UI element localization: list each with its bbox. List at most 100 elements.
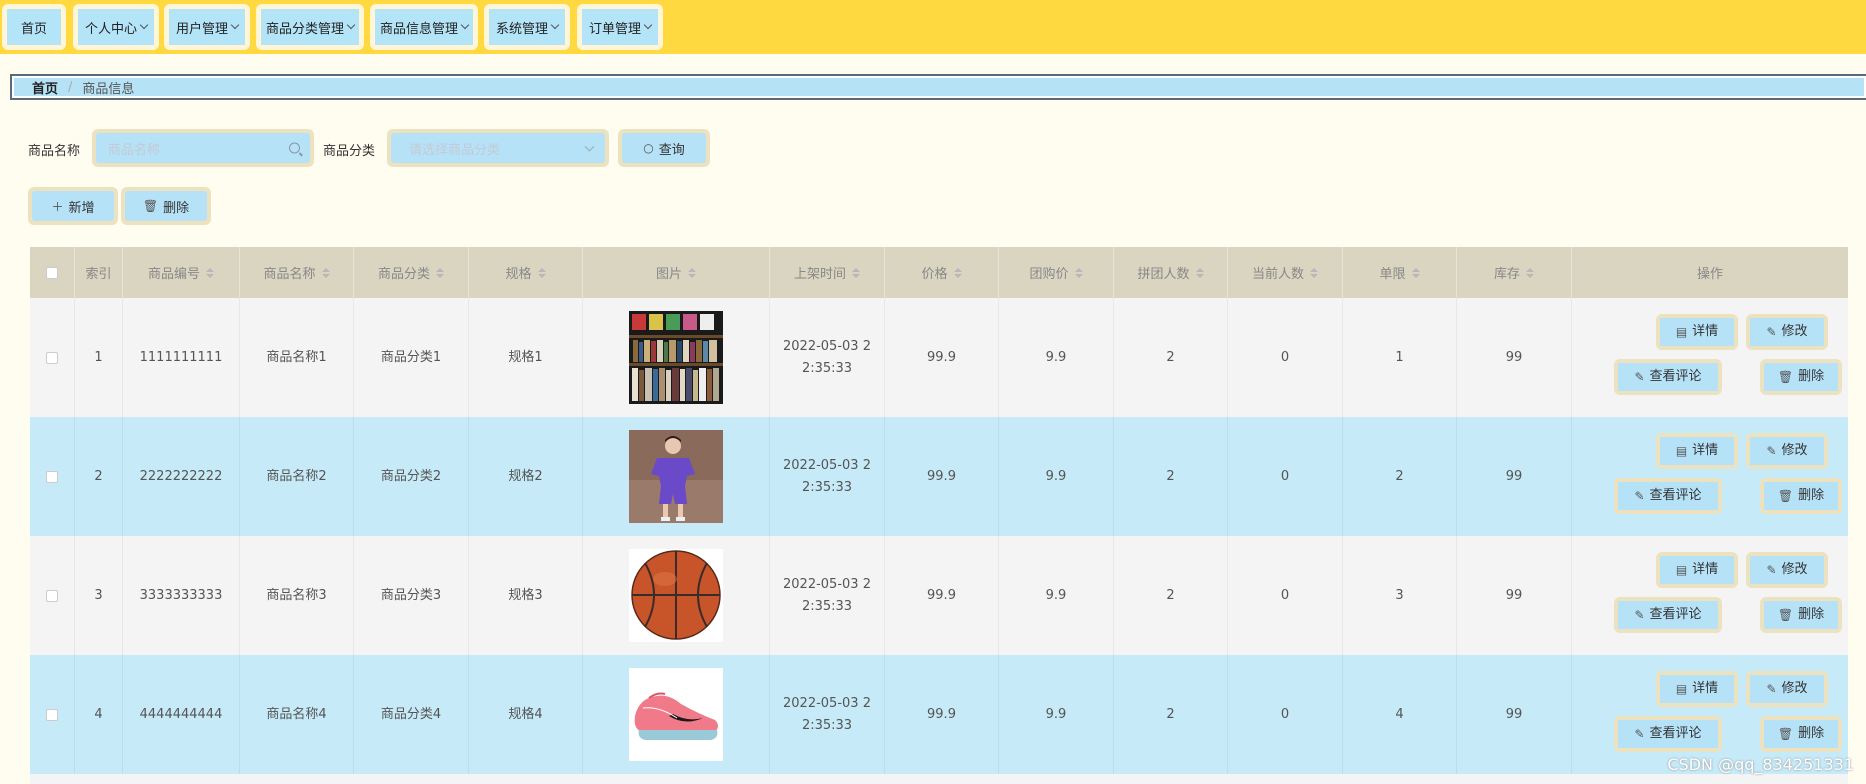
delete-button-label: 删除 — [163, 200, 190, 216]
sort-icon[interactable] — [852, 267, 860, 278]
header-limit[interactable]: 单限 — [1343, 247, 1457, 298]
cell-spec: 规格1 — [469, 298, 583, 417]
row-delete-button[interactable]: 🗑 删除 — [1760, 716, 1842, 752]
add-button[interactable]: ＋ 新增 — [28, 187, 118, 225]
purple-outfit-image — [629, 430, 723, 523]
header-label: 规格 — [505, 267, 532, 282]
sort-icon[interactable] — [537, 267, 546, 278]
row-select[interactable] — [30, 298, 75, 417]
cell-name: 商品名称1 — [240, 298, 354, 417]
bookshelf-image — [629, 311, 723, 404]
row-checkbox[interactable] — [46, 589, 58, 602]
row-select[interactable] — [30, 417, 75, 536]
header-image[interactable]: 图片 — [583, 247, 770, 298]
product-category-select[interactable]: 请选择商品分类 — [387, 129, 609, 167]
row-checkbox[interactable] — [46, 708, 58, 721]
header-spec[interactable]: 规格 — [469, 247, 583, 298]
edit-icon: ✎ — [1634, 727, 1645, 741]
sort-icon[interactable] — [688, 267, 696, 278]
sort-icon[interactable] — [206, 267, 214, 278]
sort-icon[interactable] — [321, 267, 330, 278]
select-all-checkbox[interactable] — [46, 266, 58, 279]
detail-button[interactable]: ▤ 详情 — [1656, 433, 1738, 469]
view-comments-button[interactable]: ✎ 查看评论 — [1614, 359, 1722, 395]
sort-icon[interactable] — [1195, 267, 1204, 278]
sort-icon[interactable] — [1074, 267, 1083, 278]
header-label: 单限 — [1379, 267, 1406, 282]
header-label: 图片 — [655, 267, 682, 282]
header-time[interactable]: 上架时间 — [770, 247, 885, 298]
nav-category-management[interactable]: 商品分类管理 — [256, 4, 364, 50]
row-delete-button[interactable]: 🗑 删除 — [1760, 597, 1842, 633]
table-row: 4 4444444444 商品名称4 商品分类4 规格4 2022-05-03 … — [30, 655, 1848, 774]
query-button[interactable]: ○ 查询 — [618, 129, 710, 167]
nav-label: 个人中心 — [84, 21, 137, 37]
edit-button[interactable]: ✎ 修改 — [1746, 671, 1828, 707]
header-code[interactable]: 商品编号 — [123, 247, 240, 298]
header-price[interactable]: 价格 — [885, 247, 999, 298]
header-select-all[interactable] — [30, 247, 75, 298]
cell-index: 4 — [75, 655, 123, 774]
sort-icon[interactable] — [436, 267, 444, 278]
row-delete-label: 删除 — [1798, 607, 1825, 622]
edit-label: 修改 — [1781, 562, 1808, 577]
row-checkbox[interactable] — [46, 470, 58, 483]
nav-label: 商品信息管理 — [379, 21, 458, 37]
view-comments-button[interactable]: ✎ 查看评论 — [1614, 716, 1722, 752]
cell-price: 99.9 — [885, 298, 999, 417]
product-name-input[interactable]: 商品名称 — [92, 129, 314, 167]
row-delete-button[interactable]: 🗑 删除 — [1760, 359, 1842, 395]
search-icon — [289, 142, 300, 154]
header-stock[interactable]: 库存 — [1457, 247, 1572, 298]
cell-limit: 2 — [1343, 417, 1457, 536]
view-comments-button[interactable]: ✎ 查看评论 — [1614, 597, 1722, 633]
row-select[interactable] — [30, 536, 75, 655]
cell-index: 1 — [75, 298, 123, 417]
header-current[interactable]: 当前人数 — [1228, 247, 1343, 298]
bulk-delete-button[interactable]: 🗑 删除 — [121, 187, 211, 225]
row-delete-button[interactable]: 🗑 删除 — [1760, 478, 1842, 514]
header-category[interactable]: 商品分类 — [354, 247, 469, 298]
edit-icon: ✎ — [1634, 489, 1645, 503]
header-group-size[interactable]: 拼团人数 — [1114, 247, 1228, 298]
edit-button[interactable]: ✎ 修改 — [1746, 314, 1828, 350]
header-group-price[interactable]: 团购价 — [999, 247, 1114, 298]
breadcrumb-home[interactable]: 首页 — [32, 78, 58, 97]
view-comments-button[interactable]: ✎ 查看评论 — [1614, 478, 1722, 514]
cell-time: 2022-05-03 22:35:33 — [770, 298, 885, 417]
chevron-down-icon — [584, 141, 595, 152]
header-actions: 操作 — [1572, 247, 1848, 298]
edit-button[interactable]: ✎ 修改 — [1746, 552, 1828, 588]
cell-stock: 99 — [1457, 298, 1572, 417]
nav-user-management[interactable]: 用户管理 — [164, 4, 250, 50]
table-row: 1 1111111111 商品名称1 商品分类1 规格1 2022-05-03 … — [30, 298, 1848, 417]
cell-spec: 规格2 — [469, 417, 583, 536]
header-label: 团购价 — [1029, 267, 1069, 282]
cell-group-price: 9.9 — [999, 536, 1114, 655]
header-index: 索引 — [75, 247, 123, 298]
header-label: 商品编号 — [147, 267, 200, 282]
row-select[interactable] — [30, 655, 75, 774]
row-checkbox[interactable] — [46, 351, 58, 364]
nav-home[interactable]: 首页 — [2, 4, 66, 50]
cell-spec: 规格4 — [469, 655, 583, 774]
sort-icon[interactable] — [953, 267, 962, 278]
edit-button[interactable]: ✎ 修改 — [1746, 433, 1828, 469]
nav-system-management[interactable]: 系统管理 — [484, 4, 570, 50]
trash-icon: 🗑 — [1777, 727, 1794, 741]
detail-label: 详情 — [1692, 443, 1719, 458]
cell-group-size: 2 — [1114, 655, 1228, 774]
sort-icon[interactable] — [1526, 267, 1534, 278]
nav-product-management[interactable]: 商品信息管理 — [370, 4, 478, 50]
detail-button[interactable]: ▤ 详情 — [1656, 671, 1738, 707]
nav-personal-center[interactable]: 个人中心 — [73, 4, 159, 50]
detail-button[interactable]: ▤ 详情 — [1656, 552, 1738, 588]
header-name[interactable]: 商品名称 — [240, 247, 354, 298]
detail-button[interactable]: ▤ 详情 — [1656, 314, 1738, 350]
row-delete-label: 删除 — [1798, 726, 1825, 741]
sort-icon[interactable] — [1310, 267, 1318, 278]
cell-limit: 4 — [1343, 655, 1457, 774]
sort-icon[interactable] — [1411, 267, 1420, 278]
nav-label: 系统管理 — [495, 21, 548, 37]
nav-order-management[interactable]: 订单管理 — [577, 4, 663, 50]
